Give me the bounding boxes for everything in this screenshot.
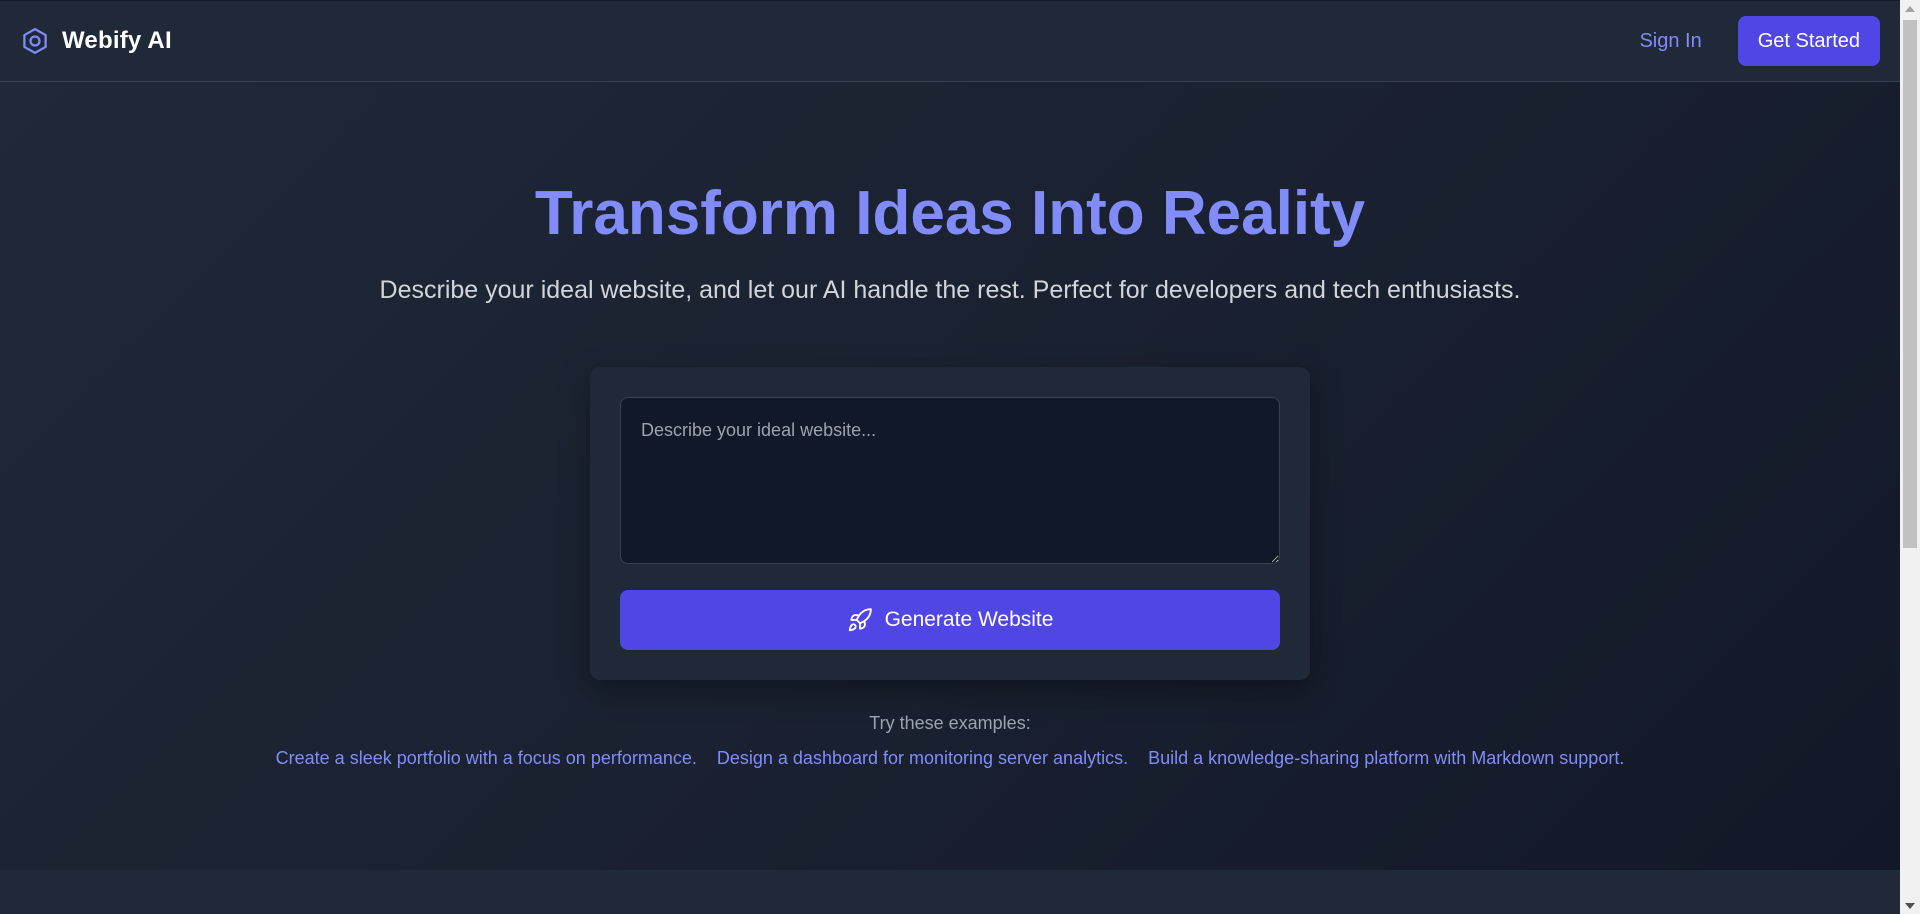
hero-subtitle: Describe your ideal website, and let our… bbox=[379, 276, 1521, 304]
hexagon-icon bbox=[23, 28, 47, 54]
generate-website-button[interactable]: Generate Website bbox=[620, 590, 1280, 650]
scrollbar-thumb[interactable] bbox=[1903, 20, 1917, 548]
examples-label: Try these examples: bbox=[869, 713, 1031, 733]
hero-section: Transform Ideas Into Reality Describe yo… bbox=[0, 82, 1900, 870]
brand[interactable]: Webify AI bbox=[20, 26, 172, 56]
footer-band bbox=[0, 870, 1900, 914]
header-actions: Sign In Get Started bbox=[1639, 16, 1880, 66]
brand-name: Webify AI bbox=[62, 27, 172, 54]
generator-card: Generate Website bbox=[590, 367, 1310, 680]
examples-list: Create a sleek portfolio with a focus on… bbox=[0, 748, 1900, 769]
hero-title: Transform Ideas Into Reality bbox=[534, 179, 1366, 248]
rocket-icon bbox=[848, 608, 872, 632]
get-started-button[interactable]: Get Started bbox=[1737, 16, 1880, 66]
scroll-up-arrow-icon[interactable] bbox=[1900, 0, 1920, 17]
example-link-dashboard[interactable]: Design a dashboard for monitoring server… bbox=[717, 748, 1128, 769]
scroll-down-arrow-icon[interactable] bbox=[1900, 897, 1920, 914]
top-nav: Webify AI Sign In Get Started bbox=[0, 0, 1900, 82]
sign-in-link[interactable]: Sign In bbox=[1639, 30, 1701, 53]
example-link-knowledge-platform[interactable]: Build a knowledge-sharing platform with … bbox=[1148, 748, 1624, 769]
generate-website-label: Generate Website bbox=[884, 608, 1054, 631]
page: Webify AI Sign In Get Started Transform … bbox=[0, 0, 1920, 914]
example-link-portfolio[interactable]: Create a sleek portfolio with a focus on… bbox=[276, 748, 697, 769]
vertical-scrollbar[interactable] bbox=[1900, 0, 1920, 914]
website-description-input[interactable] bbox=[620, 397, 1280, 564]
